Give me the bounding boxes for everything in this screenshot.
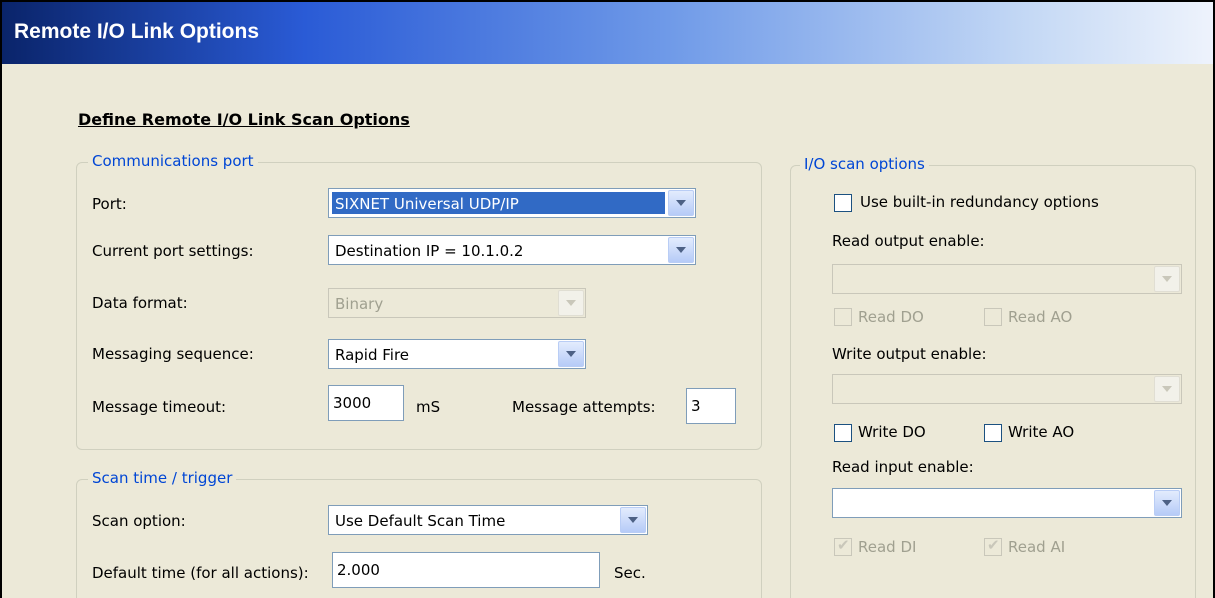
communications-port-legend: Communications port [88, 152, 258, 170]
port-label: Port: [92, 195, 127, 213]
read-output-enable-label: Read output enable: [832, 232, 985, 250]
default-time-label: Default time (for all actions): [92, 564, 309, 582]
chevron-down-icon [628, 517, 638, 523]
current-port-settings-label: Current port settings: [92, 242, 254, 260]
messaging-sequence-dropdown-button[interactable] [558, 341, 584, 367]
read-di-checkbox[interactable]: ✔ [834, 536, 852, 556]
redundancy-checkbox[interactable] [834, 194, 852, 212]
write-ao-label: Write AO [1008, 423, 1075, 441]
message-attempts-input[interactable]: 3 [686, 388, 736, 424]
chevron-down-icon [1162, 276, 1172, 282]
port-settings-select[interactable]: Destination IP = 10.1.0.2 [328, 235, 696, 265]
read-do-label: Read DO [858, 308, 924, 326]
read-do-checkbox[interactable] [834, 308, 852, 326]
message-timeout-value: 3000 [333, 394, 372, 412]
messaging-sequence-label: Messaging sequence: [92, 345, 254, 363]
read-input-enable-select[interactable] [832, 488, 1182, 518]
port-dropdown-button[interactable] [668, 190, 694, 216]
scan-option-select[interactable]: Use Default Scan Time [328, 505, 648, 535]
scan-option-select-value: Use Default Scan Time [335, 512, 506, 530]
messaging-sequence-select[interactable]: Rapid Fire [328, 339, 586, 369]
data-format-select-value: Binary [335, 295, 384, 313]
message-attempts-value: 3 [691, 397, 701, 415]
read-input-enable-label: Read input enable: [832, 458, 974, 476]
write-ao-checkbox[interactable] [984, 424, 1002, 442]
chevron-down-icon [566, 300, 576, 306]
write-output-enable-label: Write output enable: [832, 345, 987, 363]
message-attempts-label: Message attempts: [512, 398, 656, 416]
default-time-input[interactable]: 2.000 [332, 552, 600, 588]
chevron-down-icon [676, 247, 686, 253]
chevron-down-icon [1162, 500, 1172, 506]
port-settings-dropdown-button[interactable] [668, 237, 694, 263]
check-icon: ✔ [987, 536, 1000, 554]
scan-option-dropdown-button[interactable] [620, 507, 646, 533]
message-timeout-unit: mS [416, 398, 441, 416]
check-icon: ✔ [837, 536, 850, 554]
port-select[interactable]: SIXNET Universal UDP/IP [328, 188, 696, 218]
write-output-enable-select[interactable] [832, 374, 1182, 404]
read-input-dropdown-button[interactable] [1154, 490, 1180, 516]
window-title: Remote I/O Link Options [14, 20, 260, 43]
default-time-unit: Sec. [614, 564, 646, 582]
dialog-window: Remote I/O Link Options Define Remote I/… [0, 0, 1215, 598]
port-select-value: SIXNET Universal UDP/IP [332, 192, 665, 214]
chevron-down-icon [566, 351, 576, 357]
read-ai-label: Read AI [1008, 538, 1066, 556]
message-timeout-label: Message timeout: [92, 398, 227, 416]
write-do-label: Write DO [858, 423, 926, 441]
chevron-down-icon [676, 200, 686, 206]
message-timeout-input[interactable]: 3000 [328, 385, 404, 421]
read-di-label: Read DI [858, 538, 917, 556]
read-output-dropdown-button [1154, 266, 1180, 292]
data-format-select[interactable]: Binary [328, 288, 586, 318]
default-time-value: 2.000 [337, 561, 380, 579]
title-bar[interactable]: Remote I/O Link Options [2, 2, 1213, 64]
port-settings-select-value: Destination IP = 10.1.0.2 [335, 242, 524, 260]
write-do-checkbox[interactable] [834, 424, 852, 442]
section-heading: Define Remote I/O Link Scan Options [78, 110, 410, 129]
redundancy-checkbox-label: Use built-in redundancy options [860, 193, 1099, 211]
data-format-dropdown-button [558, 290, 584, 316]
dialog-content: Define Remote I/O Link Scan Options Comm… [2, 64, 1213, 598]
read-ai-checkbox[interactable]: ✔ [984, 536, 1002, 556]
data-format-label: Data format: [92, 294, 188, 312]
read-output-enable-select[interactable] [832, 264, 1182, 294]
scan-time-legend: Scan time / trigger [88, 469, 237, 487]
read-ao-checkbox[interactable] [984, 308, 1002, 326]
write-output-dropdown-button [1154, 376, 1180, 402]
chevron-down-icon [1162, 386, 1172, 392]
io-scan-options-legend: I/O scan options [800, 155, 929, 173]
read-ao-label: Read AO [1008, 308, 1073, 326]
messaging-sequence-select-value: Rapid Fire [335, 346, 410, 364]
scan-option-label: Scan option: [92, 512, 186, 530]
